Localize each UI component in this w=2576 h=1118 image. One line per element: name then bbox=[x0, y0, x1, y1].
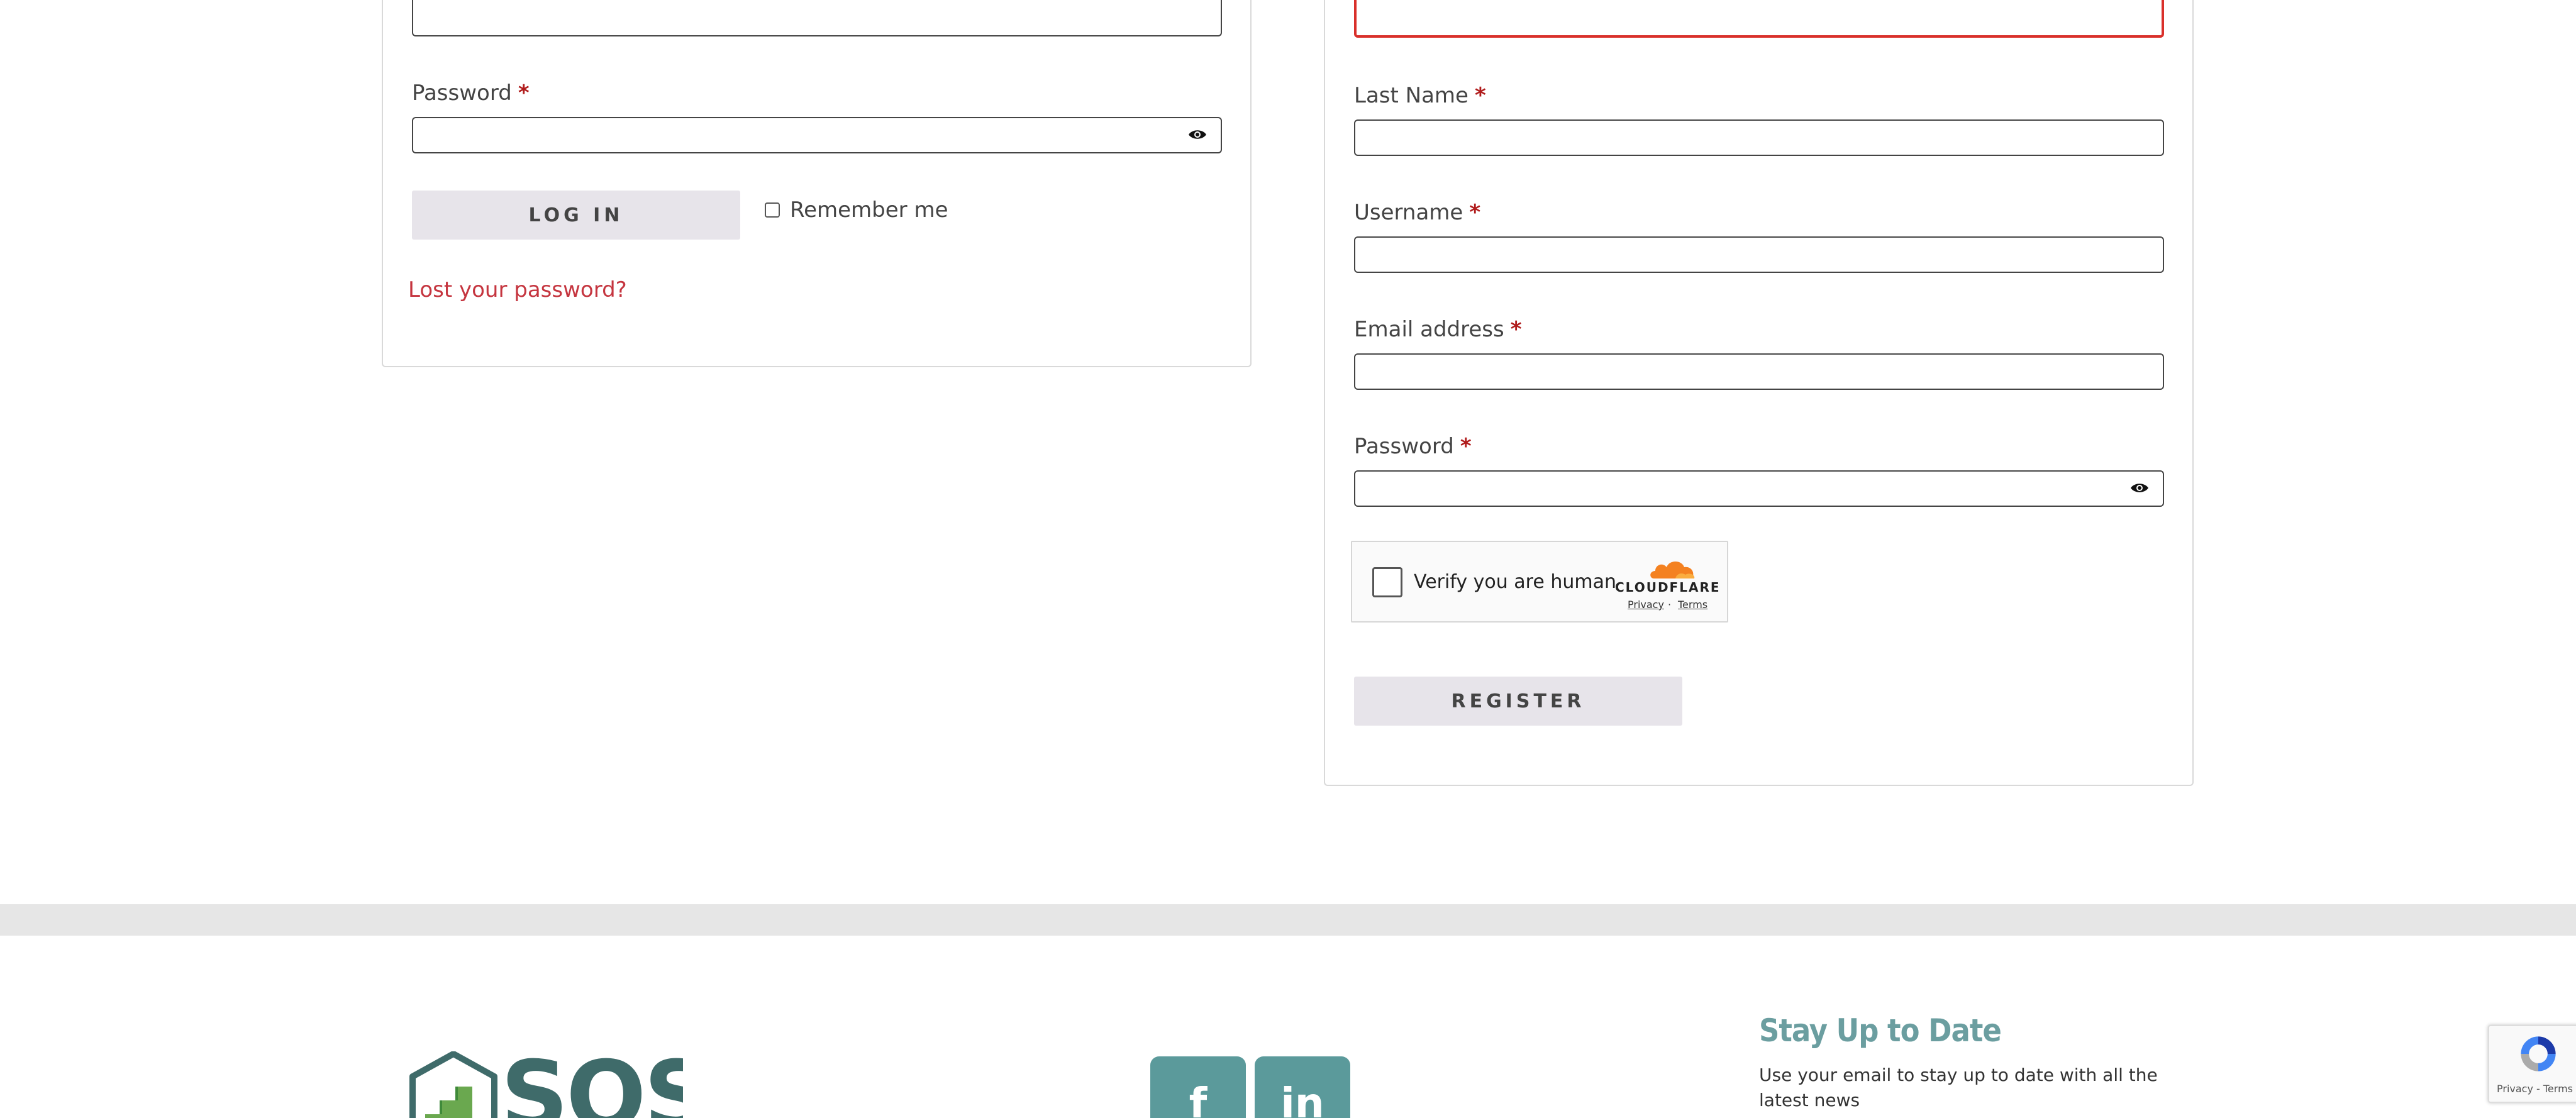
captcha-label: Verify you are human bbox=[1414, 571, 1617, 593]
login-password-input[interactable] bbox=[412, 117, 1222, 153]
first-name-input[interactable] bbox=[1354, 0, 2164, 38]
facebook-button[interactable]: f bbox=[1150, 1056, 1246, 1118]
captcha-terms-link[interactable]: Terms bbox=[1678, 599, 1707, 611]
linkedin-icon: in bbox=[1280, 1079, 1324, 1118]
newsletter-text: Use your email to stay up to date with a… bbox=[1759, 1065, 2158, 1110]
captcha-checkbox[interactable] bbox=[1372, 567, 1402, 597]
login-username-input[interactable] bbox=[412, 0, 1222, 36]
last-name-input[interactable] bbox=[1354, 119, 2164, 156]
username-input[interactable] bbox=[1354, 236, 2164, 273]
recaptcha-badge[interactable]: Privacy - Terms bbox=[2488, 1025, 2576, 1103]
footer-divider-band bbox=[0, 904, 2576, 936]
register-button[interactable]: REGISTER bbox=[1354, 677, 1682, 726]
captcha-separator: · bbox=[1668, 599, 1672, 611]
login-button[interactable]: LOG IN bbox=[412, 191, 740, 240]
captcha-widget: Verify you are human CLOUDFLARE Privacy … bbox=[1351, 541, 1728, 623]
footer-logo[interactable]: SOS bbox=[406, 1046, 683, 1118]
login-password-label: Password * bbox=[412, 80, 530, 106]
eye-icon[interactable] bbox=[2130, 480, 2149, 495]
cloudflare-brand: CLOUDFLARE bbox=[1615, 580, 1721, 595]
register-card bbox=[1324, 0, 2194, 786]
email-label: Email address * bbox=[1354, 317, 1522, 342]
last-name-label: Last Name * bbox=[1354, 83, 1486, 108]
cloudflare-cloud-icon bbox=[1650, 562, 1695, 578]
login-card bbox=[382, 0, 1252, 367]
username-label: Username * bbox=[1354, 200, 1481, 225]
newsletter-title: Stay Up to Date bbox=[1759, 1012, 2002, 1049]
recaptcha-icon bbox=[2521, 1036, 2556, 1071]
logo-text: SOS bbox=[501, 1046, 683, 1118]
logo-stairs-icon bbox=[409, 1051, 497, 1118]
remember-me-checkbox[interactable] bbox=[765, 202, 780, 218]
register-password-input[interactable] bbox=[1354, 470, 2164, 507]
captcha-privacy-link[interactable]: Privacy bbox=[1628, 599, 1664, 611]
email-input[interactable] bbox=[1354, 353, 2164, 390]
eye-icon[interactable] bbox=[1188, 127, 1207, 142]
recaptcha-links[interactable]: Privacy - Terms bbox=[2497, 1083, 2573, 1095]
remember-me-label[interactable]: Remember me bbox=[790, 197, 948, 223]
facebook-icon: f bbox=[1189, 1079, 1208, 1118]
lost-password-link[interactable]: Lost your password? bbox=[408, 277, 627, 302]
linkedin-button[interactable]: in bbox=[1255, 1056, 1350, 1118]
register-password-label: Password * bbox=[1354, 434, 1472, 459]
